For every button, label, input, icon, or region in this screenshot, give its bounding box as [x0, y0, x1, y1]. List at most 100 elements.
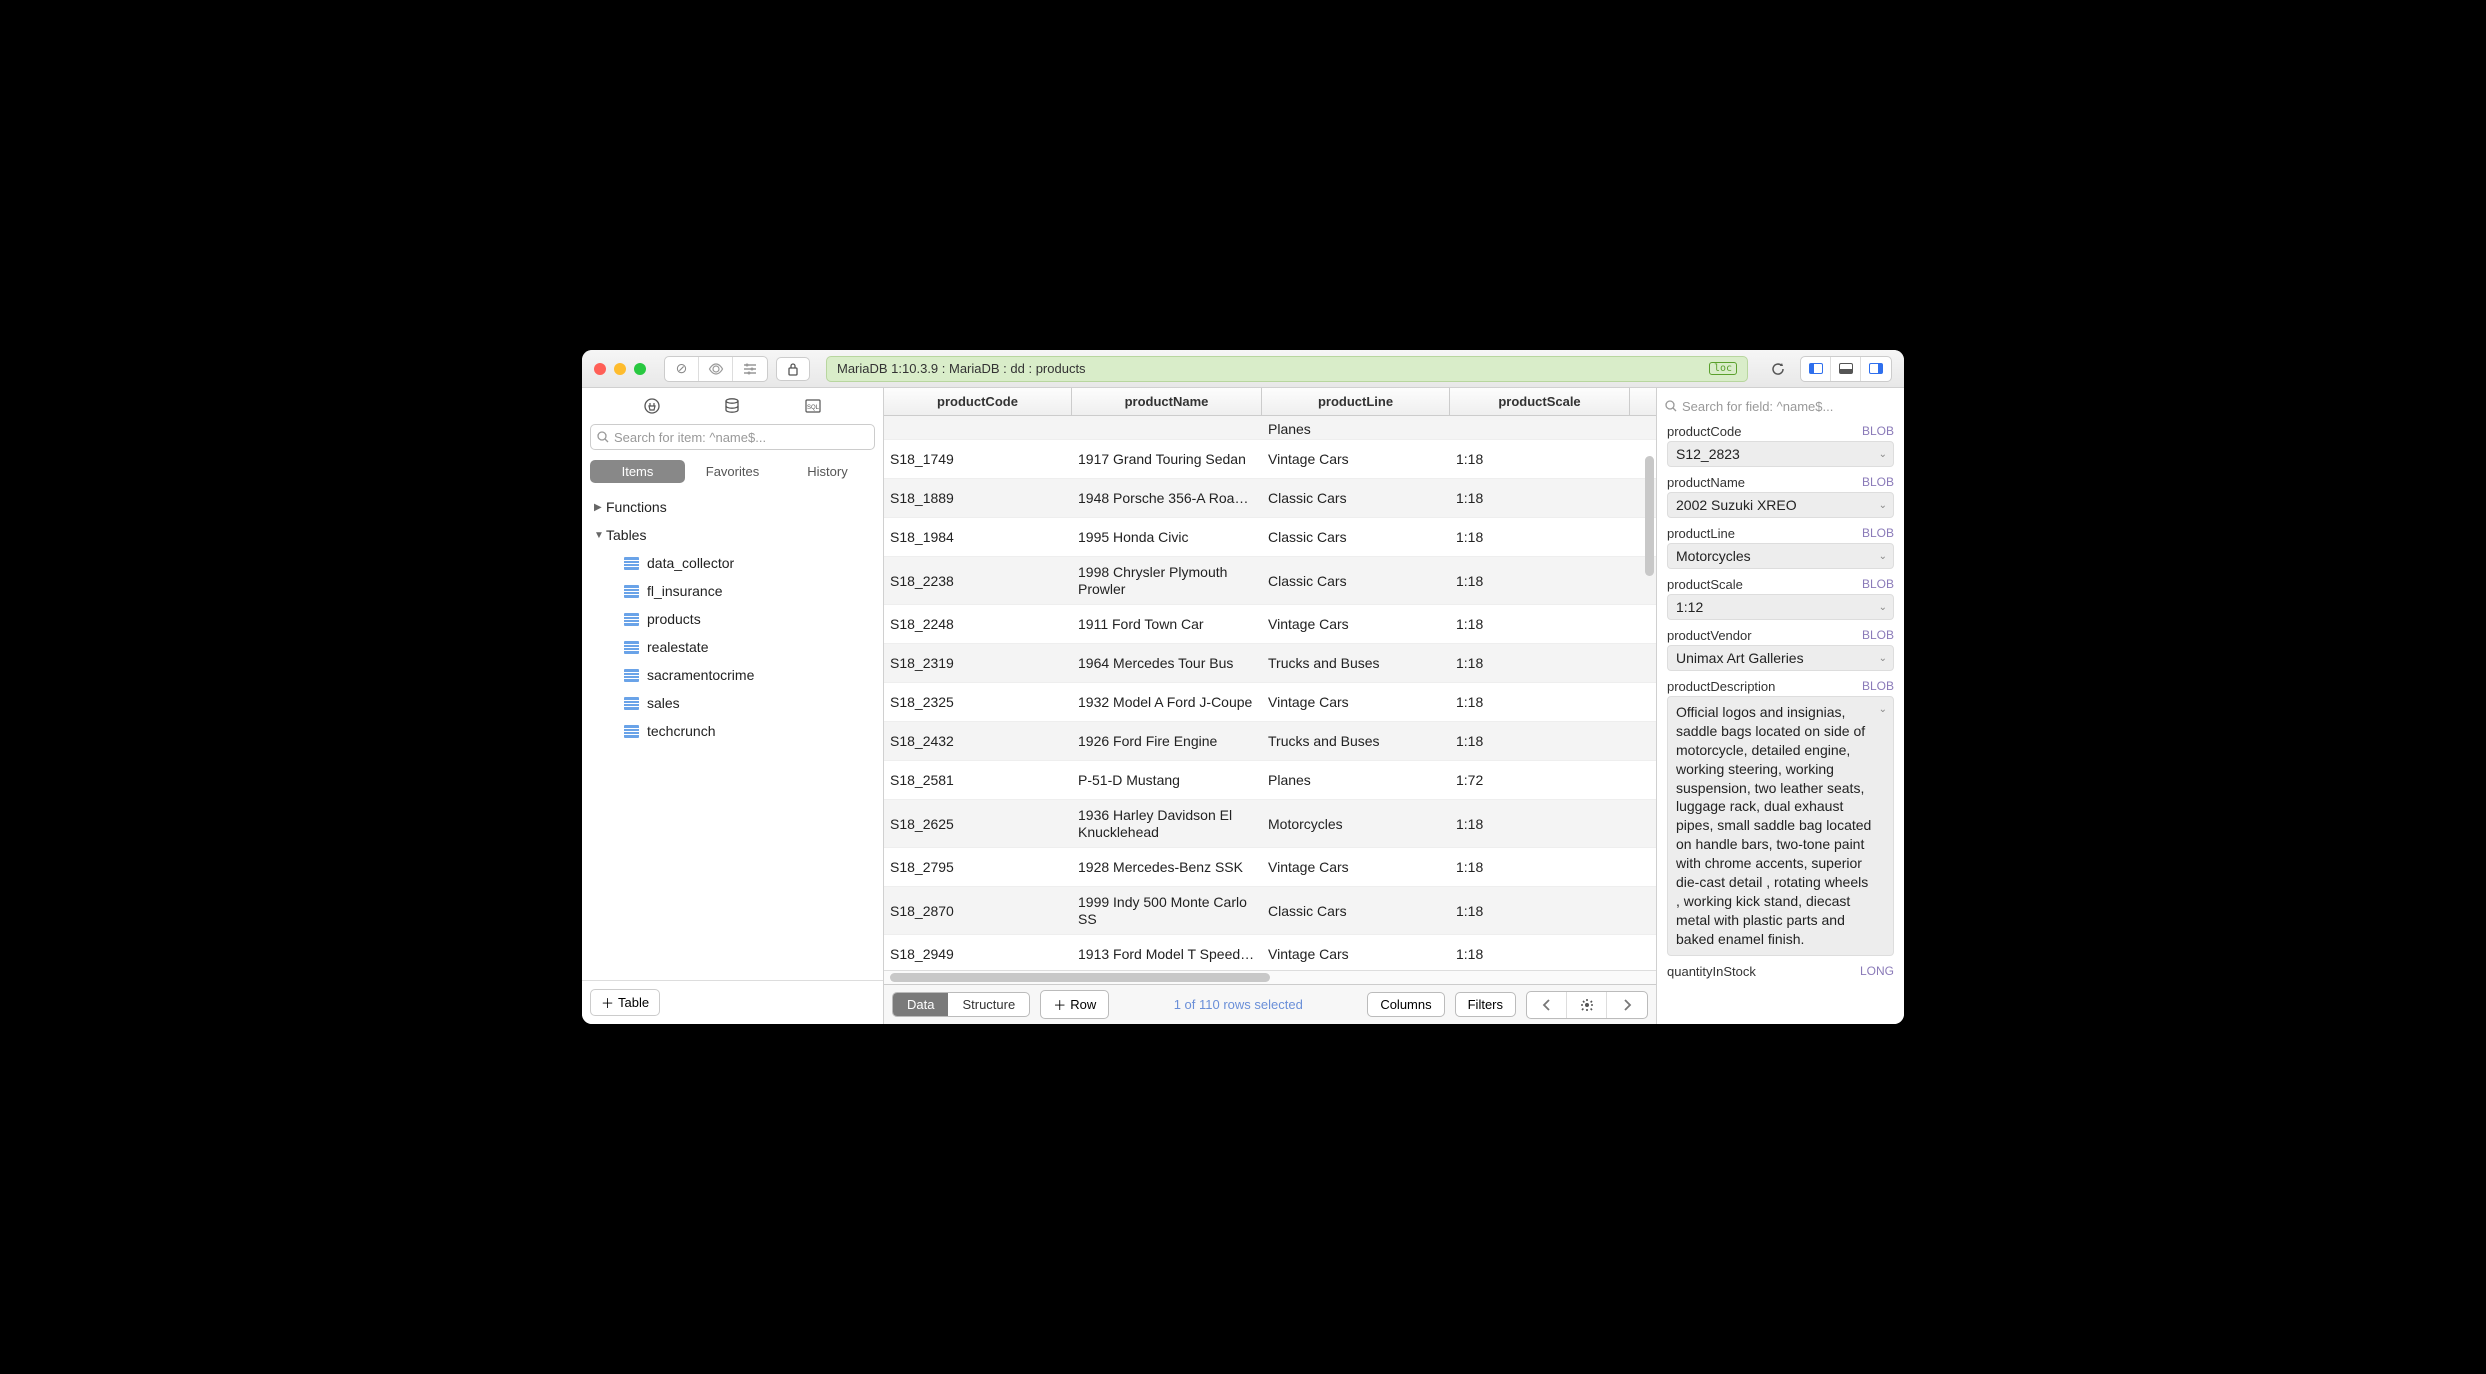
input-productLine[interactable]: Motorcycles⌄ — [1667, 543, 1894, 569]
vertical-scrollbar[interactable] — [1645, 456, 1654, 576]
table-icon — [624, 557, 639, 570]
field-productScale: productScaleBLOB 1:12⌄ — [1657, 575, 1904, 626]
tab-items[interactable]: Items — [590, 460, 685, 483]
next-page-button[interactable] — [1607, 992, 1647, 1018]
add-row-button[interactable]: ＋Row — [1040, 990, 1109, 1019]
input-productCode[interactable]: S12_2823⌄ — [1667, 441, 1894, 467]
eye-icon[interactable] — [699, 357, 733, 381]
table-icon — [624, 725, 639, 738]
chevron-down-icon: ⌄ — [1879, 653, 1887, 664]
add-table-button[interactable]: ＋Table — [590, 989, 660, 1016]
table-icon — [624, 697, 639, 710]
plus-icon: ＋ — [1053, 995, 1066, 1014]
grid-header: productCode productName productLine prod… — [884, 388, 1656, 416]
chevron-down-icon: ⌄ — [1879, 602, 1887, 613]
close-window-button[interactable] — [594, 363, 606, 375]
tree-tables[interactable]: ▼Tables — [590, 521, 875, 549]
breadcrumb[interactable]: MariaDB 1:10.3.9 : MariaDB : dd : produc… — [826, 356, 1748, 382]
sql-icon[interactable]: SQL — [803, 396, 823, 416]
input-productName[interactable]: 2002 Suzuki XREO⌄ — [1667, 492, 1894, 518]
table-row[interactable]: S18_24321926 Ford Fire EngineTrucks and … — [884, 722, 1656, 761]
table-item-realestate[interactable]: realestate — [590, 633, 875, 661]
table-item-fl_insurance[interactable]: fl_insurance — [590, 577, 875, 605]
table-row[interactable]: S18_19841995 Honda CivicClassic Cars1:18 — [884, 518, 1656, 557]
gear-icon[interactable] — [1567, 992, 1607, 1018]
table-row[interactable]: S18_17491917 Grand Touring SedanVintage … — [884, 440, 1656, 479]
table-row[interactable]: S18_23191964 Mercedes Tour BusTrucks and… — [884, 644, 1656, 683]
table-item-data_collector[interactable]: data_collector — [590, 549, 875, 577]
table-row[interactable]: S18_18891948 Porsche 356-A Roads...Class… — [884, 479, 1656, 518]
table-icon — [624, 613, 639, 626]
filters-button[interactable]: Filters — [1455, 992, 1516, 1017]
table-item-techcrunch[interactable]: techcrunch — [590, 717, 875, 745]
tab-favorites[interactable]: Favorites — [685, 460, 780, 483]
plug-icon[interactable] — [642, 396, 662, 416]
tab-data[interactable]: Data — [893, 993, 948, 1016]
col-productName[interactable]: productName — [1072, 388, 1262, 415]
toolbar-left-group: ⊘ — [664, 356, 768, 382]
tree-functions[interactable]: ▶Functions — [590, 493, 875, 521]
reload-button[interactable] — [1764, 357, 1792, 381]
table-item-sacramentocrime[interactable]: sacramentocrime — [590, 661, 875, 689]
main: productCode productName productLine prod… — [884, 388, 1656, 1024]
toggle-right-panel[interactable] — [1861, 357, 1891, 381]
table-row[interactable]: S18_28701999 Indy 500 Monte Carlo SSClas… — [884, 887, 1656, 935]
minimize-window-button[interactable] — [614, 363, 626, 375]
field-productVendor: productVendorBLOB Unimax Art Galleries⌄ — [1657, 626, 1904, 677]
sidebar-tree: ▶Functions ▼Tables data_collectorfl_insu… — [582, 489, 883, 749]
table-icon — [624, 585, 639, 598]
table-item-products[interactable]: products — [590, 605, 875, 633]
table-row[interactable]: Planes — [884, 416, 1656, 440]
horizontal-scrollbar[interactable] — [884, 970, 1656, 984]
table-row[interactable]: S18_2581P-51-D MustangPlanes1:72 — [884, 761, 1656, 800]
chevron-down-icon: ⌄ — [1879, 703, 1887, 717]
tab-history[interactable]: History — [780, 460, 875, 483]
settings-lines-icon[interactable] — [733, 357, 767, 381]
app-window: ⊘ MariaDB 1:10.3.9 : MariaDB : dd : prod… — [582, 350, 1904, 1024]
table-icon — [624, 641, 639, 654]
input-productDescription[interactable]: Official logos and insignias, saddle bag… — [1667, 696, 1894, 956]
cancel-icon[interactable]: ⊘ — [665, 357, 699, 381]
sidebar-tabs: Items Favorites History — [590, 460, 875, 483]
input-productVendor[interactable]: Unimax Art Galleries⌄ — [1667, 645, 1894, 671]
sidebar: SQL Search for item: ^name$... Items Fav… — [582, 388, 884, 1024]
table-item-sales[interactable]: sales — [590, 689, 875, 717]
table-row[interactable]: S18_27951928 Mercedes-Benz SSKVintage Ca… — [884, 848, 1656, 887]
grid-body[interactable]: PlanesS18_17491917 Grand Touring SedanVi… — [884, 416, 1656, 970]
sidebar-search[interactable]: Search for item: ^name$... — [590, 424, 875, 450]
inspector-search[interactable]: Search for field: ^name$... — [1665, 394, 1896, 418]
search-icon — [597, 431, 610, 444]
chevron-down-icon: ⌄ — [1879, 500, 1887, 511]
titlebar: ⊘ MariaDB 1:10.3.9 : MariaDB : dd : prod… — [582, 350, 1904, 388]
col-productLine[interactable]: productLine — [1262, 388, 1450, 415]
table-row[interactable]: S18_22381998 Chrysler Plymouth ProwlerCl… — [884, 557, 1656, 605]
sidebar-mode-icons: SQL — [582, 388, 883, 420]
body: SQL Search for item: ^name$... Items Fav… — [582, 388, 1904, 1024]
hscroll-thumb[interactable] — [890, 973, 1270, 982]
inspector: Search for field: ^name$... productCodeB… — [1656, 388, 1904, 1024]
col-productCode[interactable]: productCode — [884, 388, 1072, 415]
tab-structure[interactable]: Structure — [948, 993, 1029, 1016]
sidebar-footer: ＋Table — [582, 980, 883, 1024]
lock-icon[interactable] — [776, 357, 810, 381]
toggle-left-panel[interactable] — [1801, 357, 1831, 381]
inspector-search-placeholder: Search for field: ^name$... — [1682, 399, 1833, 414]
field-quantityInStock: quantityInStockLONG — [1657, 962, 1904, 987]
prev-page-button[interactable] — [1527, 992, 1567, 1018]
input-productScale[interactable]: 1:12⌄ — [1667, 594, 1894, 620]
table-row[interactable]: S18_26251936 Harley Davidson El Knuckleh… — [884, 800, 1656, 848]
main-footer: Data Structure ＋Row 1 of 110 rows select… — [884, 984, 1656, 1024]
col-productScale[interactable]: productScale — [1450, 388, 1630, 415]
svg-text:SQL: SQL — [807, 405, 820, 411]
field-productName: productNameBLOB 2002 Suzuki XREO⌄ — [1657, 473, 1904, 524]
toggle-bottom-panel[interactable] — [1831, 357, 1861, 381]
table-row[interactable]: S18_23251932 Model A Ford J-CoupeVintage… — [884, 683, 1656, 722]
breadcrumb-text: MariaDB 1:10.3.9 : MariaDB : dd : produc… — [837, 361, 1086, 376]
table-row[interactable]: S18_22481911 Ford Town CarVintage Cars1:… — [884, 605, 1656, 644]
window-controls — [594, 363, 646, 375]
database-icon[interactable] — [722, 396, 742, 416]
columns-button[interactable]: Columns — [1367, 992, 1444, 1017]
chevron-down-icon: ⌄ — [1879, 449, 1887, 460]
table-row[interactable]: S18_29491913 Ford Model T SpeedsterVinta… — [884, 935, 1656, 970]
zoom-window-button[interactable] — [634, 363, 646, 375]
